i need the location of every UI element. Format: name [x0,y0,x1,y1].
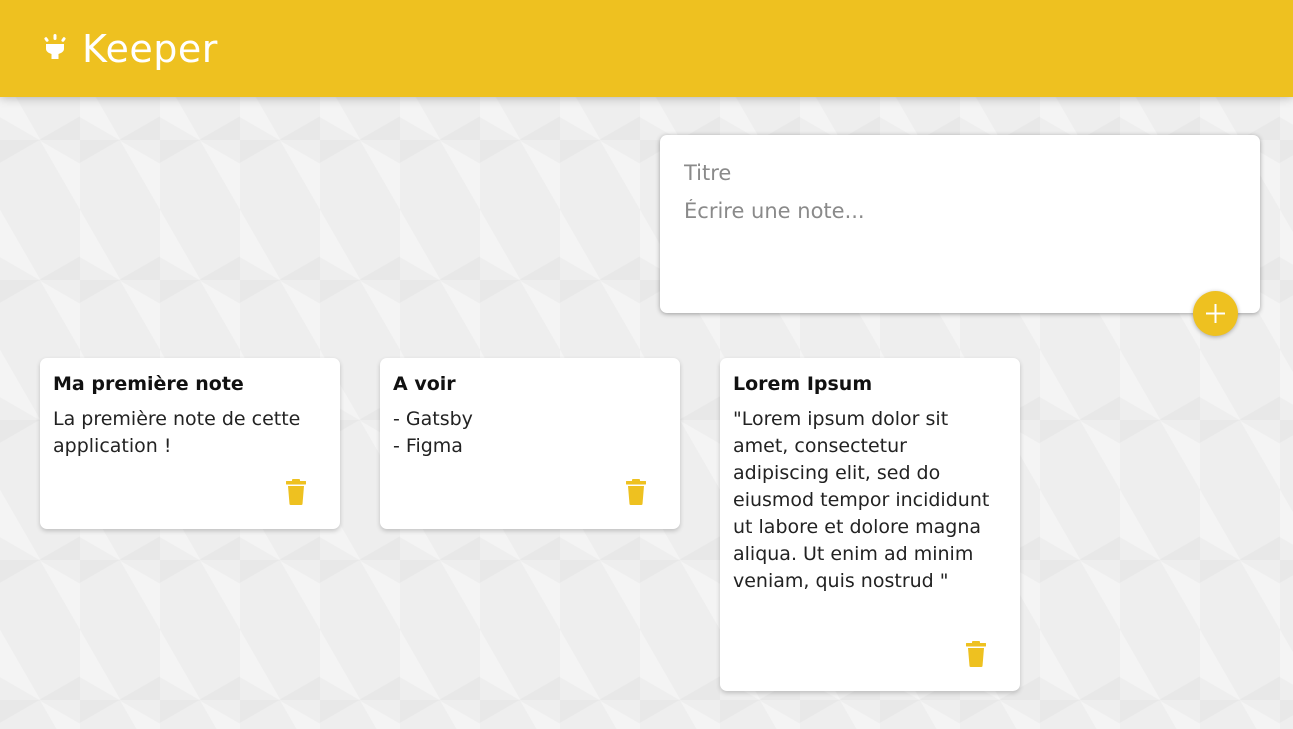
add-note-button[interactable] [1193,291,1238,336]
note-content: - Gatsby - Figma [393,408,473,457]
trash-icon [966,641,986,667]
delete-note-button[interactable] [965,641,987,667]
note-title: Lorem Ipsum [733,373,873,395]
delete-note-button[interactable] [285,479,307,505]
note-title: Ma première note [53,373,244,395]
create-note-form [660,135,1260,313]
note-title: A voir [393,373,456,395]
note-card: Lorem Ipsum "Lorem ipsum dolor sit amet,… [720,358,1020,691]
note-card: Ma première note La première note de cet… [40,358,340,529]
note-title-input[interactable] [684,159,1236,187]
note-content-input[interactable] [684,199,1236,259]
app-title: Keeper [82,27,218,71]
lightbulb-icon [42,34,68,64]
note-card: A voir - Gatsby - Figma [380,358,680,529]
trash-icon [286,479,306,505]
trash-icon [626,479,646,505]
delete-note-button[interactable] [625,479,647,505]
app-header: Keeper [0,0,1293,97]
note-content: "Lorem ipsum dolor sit amet, consectetur… [733,408,996,592]
note-content: La première note de cette application ! [53,408,307,457]
plus-icon [1206,304,1225,323]
